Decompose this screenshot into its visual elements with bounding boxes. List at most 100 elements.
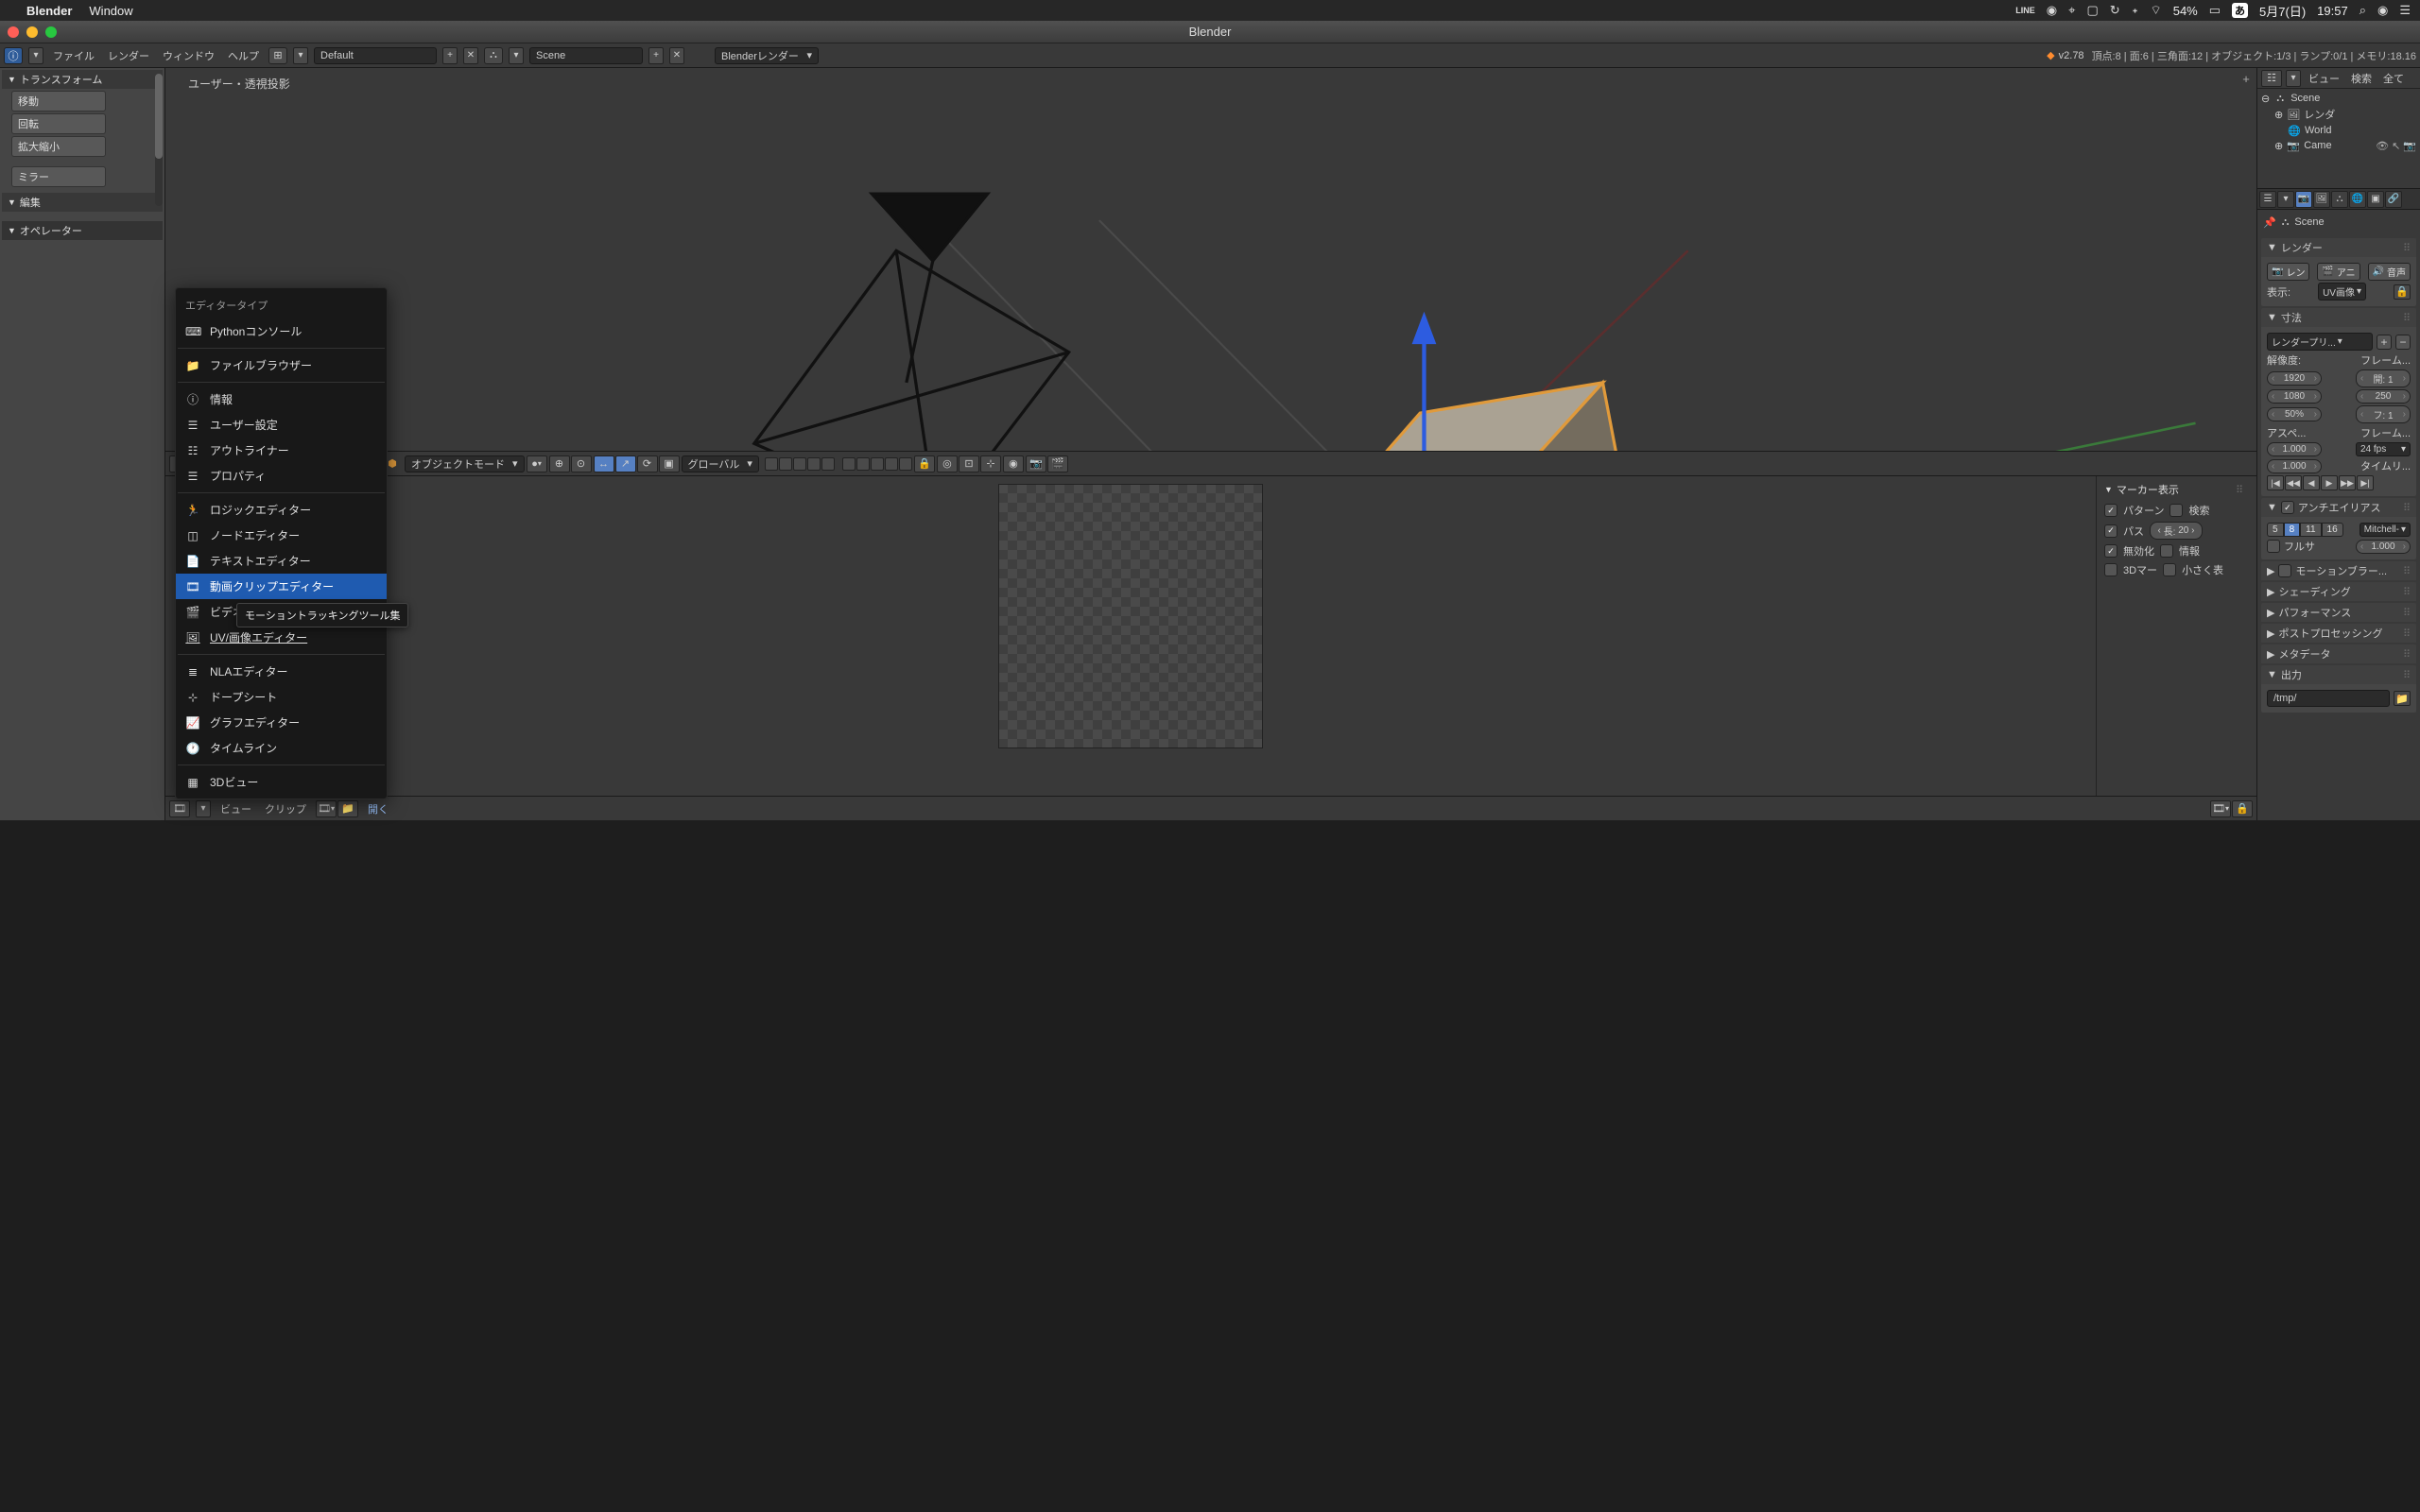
screen-layout-field[interactable]: Default bbox=[314, 47, 437, 64]
editor-item-text[interactable]: 📄テキストエディター bbox=[176, 548, 387, 574]
viewport-canvas[interactable] bbox=[165, 68, 2256, 451]
snap-target-icon[interactable]: ⊹ bbox=[980, 455, 1001, 472]
prop-tab-renderlayers[interactable]: 🖼 bbox=[2313, 191, 2330, 208]
clip-mode-icon[interactable]: 🎞▾ bbox=[316, 800, 337, 817]
snap-toggle-icon[interactable]: ◎ bbox=[937, 455, 958, 472]
metadata-panel-header[interactable]: ▶メタデータ⠿ bbox=[2261, 644, 2416, 663]
layer-button-5[interactable] bbox=[821, 457, 835, 471]
menu-file[interactable]: ファイル bbox=[49, 48, 98, 63]
lock-interface-icon[interactable]: 🔒 bbox=[2394, 284, 2411, 300]
edit-panel-header[interactable]: ▼編集 bbox=[2, 193, 163, 212]
shading-selector[interactable]: ●▾ bbox=[527, 455, 547, 472]
shading-panel-header[interactable]: ▶シェーディング⠿ bbox=[2261, 582, 2416, 601]
snap-element-icon[interactable]: ⊡ bbox=[959, 455, 979, 472]
layer-button-7[interactable] bbox=[856, 457, 870, 471]
editor-item-node[interactable]: ◫ノードエディター bbox=[176, 523, 387, 548]
outliner-menu-view[interactable]: ビュー bbox=[2305, 71, 2343, 86]
editor-item-3dview[interactable]: ▦3Dビュー bbox=[176, 769, 387, 795]
pivot-point-icon[interactable]: ⊕ bbox=[549, 455, 570, 472]
search-checkbox[interactable] bbox=[2169, 504, 2183, 517]
aa-filter-dropdown[interactable]: Mitchell-▾ bbox=[2360, 523, 2411, 537]
menu-window[interactable]: ウィンドウ bbox=[159, 48, 218, 63]
disclose-icon[interactable]: ⊖ bbox=[2261, 93, 2270, 105]
clip-canvas[interactable] bbox=[998, 484, 1263, 748]
outliner-filter-all[interactable]: 全て bbox=[2379, 71, 2408, 86]
editor-type-clip-chevron[interactable]: ▾ bbox=[196, 800, 211, 817]
resolution-pct-field[interactable]: ‹50%› bbox=[2267, 407, 2322, 421]
orientation-dropdown[interactable]: グローバル ▾ bbox=[682, 455, 759, 472]
marker-display-header[interactable]: ▼マーカー表示⠿ bbox=[2104, 480, 2249, 499]
translate-manipulator-icon[interactable]: ↗ bbox=[615, 455, 636, 472]
prop-tab-editor-type[interactable]: ☰ bbox=[2259, 191, 2276, 208]
jump-end-icon[interactable]: ▶| bbox=[2357, 475, 2374, 490]
creative-cloud-icon[interactable]: ◉ bbox=[2047, 3, 2057, 18]
frame-step-field[interactable]: ‹フ: 1› bbox=[2356, 405, 2411, 423]
rotate-button[interactable]: 回転 bbox=[11, 113, 106, 134]
render-panel-header[interactable]: ▼レンダー⠿ bbox=[2261, 238, 2416, 257]
close-window-button[interactable] bbox=[8, 26, 19, 38]
timemachine-icon[interactable]: ↻ bbox=[2110, 3, 2120, 18]
scale-manipulator-icon[interactable]: ▣ bbox=[659, 455, 680, 472]
render-anim-preview-icon[interactable]: 🎬 bbox=[1047, 455, 1068, 472]
notification-center-icon[interactable]: ☰ bbox=[2399, 3, 2411, 18]
editor-item-movie-clip[interactable]: 🎞動画クリップエディター bbox=[176, 574, 387, 599]
clip-menu-clip[interactable]: クリップ bbox=[261, 801, 310, 816]
clip-lock-icon[interactable]: 🔒 bbox=[2232, 800, 2253, 817]
clip-browse-icon[interactable]: 📁 bbox=[337, 800, 358, 817]
editor-item-nla[interactable]: ≣NLAエディター bbox=[176, 659, 387, 684]
remove-preset-button[interactable]: − bbox=[2395, 335, 2411, 350]
layout-browse-icon[interactable]: ⊞ bbox=[268, 47, 287, 64]
scene-chevron-icon[interactable]: ▾ bbox=[509, 47, 524, 64]
aspect-y-field[interactable]: ‹1.000› bbox=[2267, 459, 2322, 473]
spotlight-icon[interactable]: ⌕ bbox=[2360, 3, 2366, 18]
editor-item-outliner[interactable]: ☷アウトライナー bbox=[176, 438, 387, 463]
fullsample-checkbox[interactable] bbox=[2267, 540, 2280, 553]
scene-field[interactable]: Scene bbox=[529, 47, 643, 64]
animation-button[interactable]: 🎬アニ bbox=[2317, 263, 2360, 281]
path-checkbox[interactable] bbox=[2104, 524, 2118, 538]
editor-item-graph[interactable]: 📈グラフエディター bbox=[176, 710, 387, 735]
editor-item-python-console[interactable]: ⌨Pythonコンソール bbox=[176, 318, 387, 344]
motion-blur-checkbox[interactable] bbox=[2278, 564, 2291, 577]
render-engine-dropdown[interactable]: Blenderレンダー▾ bbox=[715, 47, 819, 64]
clip-menu-view[interactable]: ビュー bbox=[216, 801, 255, 816]
dimensions-panel-header[interactable]: ▼寸法⠿ bbox=[2261, 308, 2416, 327]
airplay-icon[interactable]: ▢ bbox=[2086, 3, 2098, 18]
layer-button-6[interactable] bbox=[842, 457, 856, 471]
output-path-field[interactable]: /tmp/ bbox=[2267, 690, 2390, 707]
add-layout-button[interactable]: + bbox=[442, 47, 458, 64]
proportional-edit-icon[interactable]: ◉ bbox=[1003, 455, 1024, 472]
resolution-x-field[interactable]: ‹1920› bbox=[2267, 371, 2322, 386]
editor-type-outliner-icon[interactable]: ☷ bbox=[2261, 70, 2282, 87]
cube-object[interactable] bbox=[1322, 383, 1627, 451]
pin-icon[interactable]: 📌 bbox=[2263, 216, 2276, 229]
aa-sample-16[interactable]: 16 bbox=[2322, 523, 2343, 537]
audio-button[interactable]: 🔊音声 bbox=[2368, 263, 2411, 281]
selectable-icon[interactable]: ↖ bbox=[2392, 140, 2400, 152]
operator-panel-header[interactable]: ▼オペレーター bbox=[2, 221, 163, 240]
add-scene-button[interactable]: + bbox=[648, 47, 664, 64]
prop-tab-world[interactable]: 🌐 bbox=[2349, 191, 2366, 208]
jump-start-icon[interactable]: |◀ bbox=[2267, 475, 2284, 490]
clip-display-channel-icon[interactable]: 🎞▾ bbox=[2210, 800, 2231, 817]
rotate-manipulator-icon[interactable]: ⟳ bbox=[637, 455, 658, 472]
editor-item-properties[interactable]: ☰プロパティ bbox=[176, 463, 387, 489]
layer-button-2[interactable] bbox=[779, 457, 792, 471]
battery-pct[interactable]: 54% bbox=[2173, 4, 2198, 18]
battery-icon[interactable]: ▭ bbox=[2209, 3, 2221, 18]
siri-icon[interactable]: ◉ bbox=[2377, 3, 2388, 18]
resolution-y-field[interactable]: ‹1080› bbox=[2267, 389, 2322, 404]
layer-button-3[interactable] bbox=[793, 457, 806, 471]
render-preview-icon[interactable]: 📷 bbox=[1026, 455, 1046, 472]
menubar-date[interactable]: 5月7(日) bbox=[2259, 2, 2306, 20]
location-icon[interactable]: ⌖ bbox=[2068, 3, 2075, 18]
tree-row-scene[interactable]: ⊖ ⛬ Scene bbox=[2261, 91, 2416, 106]
editor-item-file-browser[interactable]: 📁ファイルブラウザー bbox=[176, 352, 387, 378]
visibility-icon[interactable]: 👁 bbox=[2376, 140, 2389, 152]
framerate-dropdown[interactable]: 24 fps▾ bbox=[2356, 442, 2411, 456]
frame-start-field[interactable]: ‹開: 1› bbox=[2356, 369, 2411, 387]
minimize-window-button[interactable] bbox=[26, 26, 38, 38]
wifi-icon[interactable]: ⌔ bbox=[2150, 3, 2161, 18]
browse-output-icon[interactable]: 📁 bbox=[2394, 691, 2411, 706]
editor-type-clip-icon[interactable]: 🎞 bbox=[169, 800, 190, 817]
